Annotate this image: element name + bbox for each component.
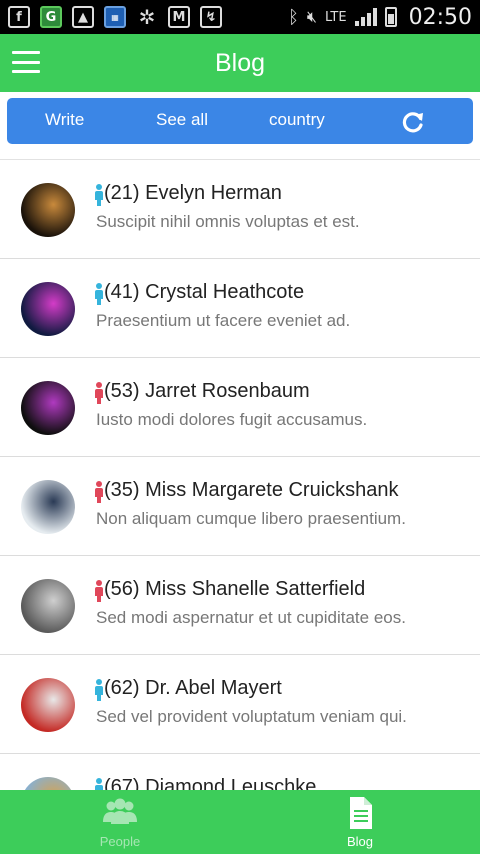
female-icon xyxy=(95,382,103,404)
male-icon xyxy=(95,184,103,206)
battery-icon xyxy=(384,7,397,27)
list-item[interactable]: (67) Diamond Leuschke xyxy=(0,754,480,790)
network-type: LTE xyxy=(324,9,347,25)
facebook-icon: f xyxy=(8,6,30,28)
calendar-icon: ▦ xyxy=(104,6,126,28)
list-item[interactable]: (62) Dr. Abel Mayert Sed vel provident vo… xyxy=(0,655,480,754)
entry-snippet: Iusto modi dolores fugit accusamus. xyxy=(96,410,368,429)
entry-name: (53) Jarret Rosenbaum xyxy=(104,380,310,402)
document-icon xyxy=(350,797,372,829)
tab-see-all[interactable]: See all xyxy=(156,110,208,130)
female-icon xyxy=(95,481,103,503)
entry-snippet: Sed modi aspernatur et ut cupiditate eos… xyxy=(96,608,406,627)
tab-write[interactable]: Write xyxy=(45,110,84,130)
avatar xyxy=(21,777,75,790)
list-item[interactable]: (21) Evelyn Herman Suscipit nihil omnis v… xyxy=(0,160,480,259)
avatar xyxy=(21,381,75,435)
avatar xyxy=(21,678,75,732)
people-icon xyxy=(103,798,137,824)
list-item[interactable]: (56) Miss Shanelle Satterfield Sed modi a… xyxy=(0,556,480,655)
female-icon xyxy=(95,580,103,602)
network-icon: ✲ xyxy=(138,5,156,29)
nav-blog[interactable]: Blog xyxy=(240,790,480,854)
gmail-icon: M xyxy=(168,6,190,28)
entry-name: (67) Diamond Leuschke xyxy=(104,776,317,790)
entry-snippet: Non aliquam cumque libero praesentium. xyxy=(96,509,406,528)
entry-name: (35) Miss Margarete Cruickshank xyxy=(104,479,399,501)
vpn-icon: ↯ xyxy=(200,6,222,28)
clock: 02:50 xyxy=(408,4,472,30)
avatar xyxy=(21,183,75,237)
nav-blog-label: Blog xyxy=(346,834,374,849)
avatar xyxy=(21,579,75,633)
entry-name: (56) Miss Shanelle Satterfield xyxy=(104,578,366,600)
system-icons: ᛒ 🔇︎ LTE 02:50 xyxy=(288,5,472,30)
status-bar: f G ▲ ▦ ✲ M ↯ ᛒ 🔇︎ LTE 02:50 xyxy=(0,0,480,34)
male-icon xyxy=(95,778,103,790)
entry-name: (21) Evelyn Herman xyxy=(104,182,282,204)
g-app-icon: G xyxy=(40,6,62,28)
entry-snippet: Praesentium ut facere eveniet ad. xyxy=(96,311,351,330)
list-item[interactable]: (41) Crystal Heathcote Praesentium ut fac… xyxy=(0,259,480,358)
list-item[interactable]: (53) Jarret Rosenbaum Iusto modi dolores … xyxy=(0,358,480,457)
entry-snippet: Sed vel provident voluptatum veniam qui. xyxy=(96,707,407,726)
male-icon xyxy=(95,679,103,701)
entry-snippet: Suscipit nihil omnis voluptas et est. xyxy=(96,212,360,231)
avatar xyxy=(21,480,75,534)
blog-list: (21) Evelyn Herman Suscipit nihil omnis v… xyxy=(0,159,480,790)
entry-name: (62) Dr. Abel Mayert xyxy=(104,677,282,699)
mute-icon: 🔇︎ xyxy=(306,7,317,26)
signal-icon xyxy=(354,8,377,26)
hamburger-menu-icon[interactable] xyxy=(12,51,40,73)
avatar xyxy=(21,282,75,336)
page-title: Blog xyxy=(214,48,266,77)
list-item[interactable]: (35) Miss Margarete Cruickshank Non aliqu… xyxy=(0,457,480,556)
bottom-nav: People Blog xyxy=(0,790,480,854)
bluetooth-icon: ᛒ xyxy=(288,6,299,28)
nav-people-label: People xyxy=(99,834,141,849)
refresh-icon[interactable] xyxy=(400,109,426,135)
notification-icons: f G ▲ ▦ ✲ M ↯ xyxy=(8,5,222,29)
blog-tab-bar: Write See all country xyxy=(7,98,473,144)
app-bar: Blog xyxy=(0,34,480,92)
nav-people[interactable]: People xyxy=(0,790,240,854)
entry-name: (41) Crystal Heathcote xyxy=(104,281,305,303)
tab-country[interactable]: country xyxy=(269,110,325,130)
male-icon xyxy=(95,283,103,305)
gallery-icon: ▲ xyxy=(72,6,94,28)
